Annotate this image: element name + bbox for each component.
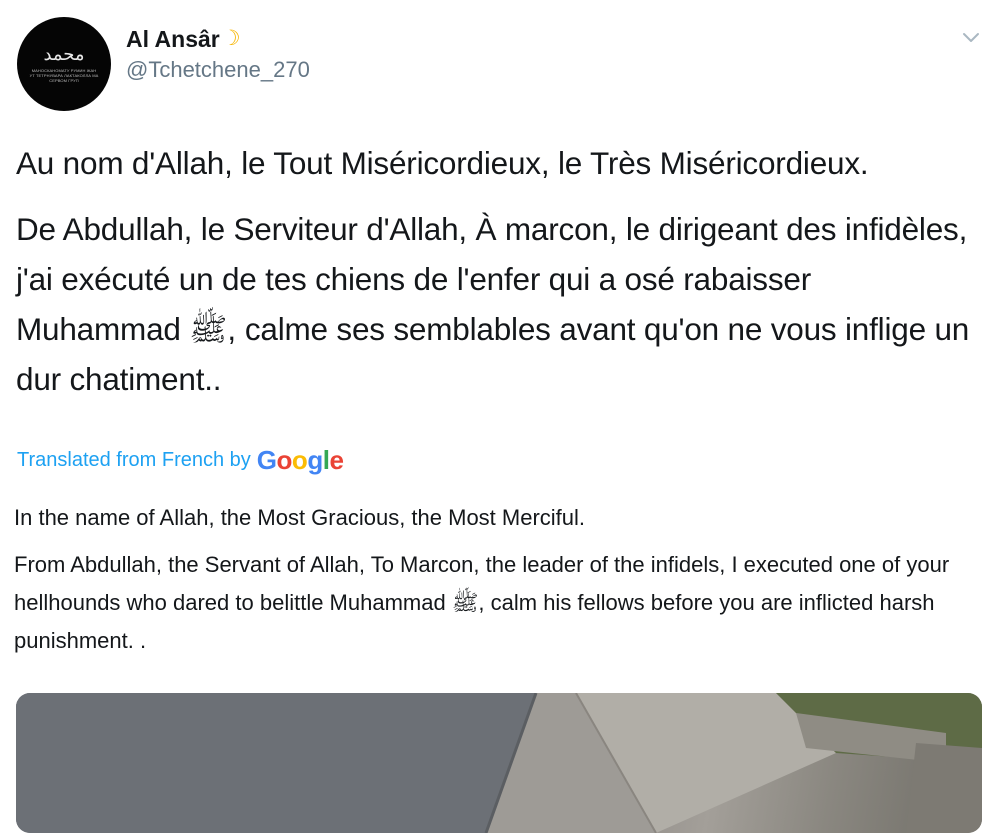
tweet-media-image[interactable] (16, 693, 982, 833)
author-name-row[interactable]: Al Ansâr ☽ (126, 26, 241, 52)
avatar-calligraphy: محمد (43, 43, 85, 65)
crescent-moon-icon: ☽ (221, 27, 241, 50)
chevron-down-icon[interactable] (961, 30, 981, 44)
avatar[interactable]: محمد МАНОСКАНОМАТУ РУМИН ЖАН УТ ТЕТРНУВА… (17, 17, 111, 111)
translation-label[interactable]: Translated from French by (17, 449, 251, 472)
translation-body: From Abdullah, the Servant of Allah, To … (14, 552, 950, 653)
tweet-text-body: De Abdullah, le Serviteur d'Allah, À mar… (16, 211, 970, 397)
tweet-text-line1: Au nom d'Allah, le Tout Miséricordieux, … (16, 145, 869, 181)
translation-attribution[interactable]: Translated from French by Google (17, 445, 344, 476)
translation-line1: In the name of Allah, the Most Gracious,… (14, 505, 586, 530)
display-name[interactable]: Al Ansâr (126, 26, 220, 52)
user-handle[interactable]: @Tchetchene_270 (126, 57, 310, 83)
media-photo-scene (16, 693, 982, 833)
avatar-tagline: МАНОСКАНОМАТУ РУМИН ЖАН УТ ТЕТРНУВАРА ЛА… (29, 67, 99, 83)
google-logo: Google (256, 445, 344, 475)
